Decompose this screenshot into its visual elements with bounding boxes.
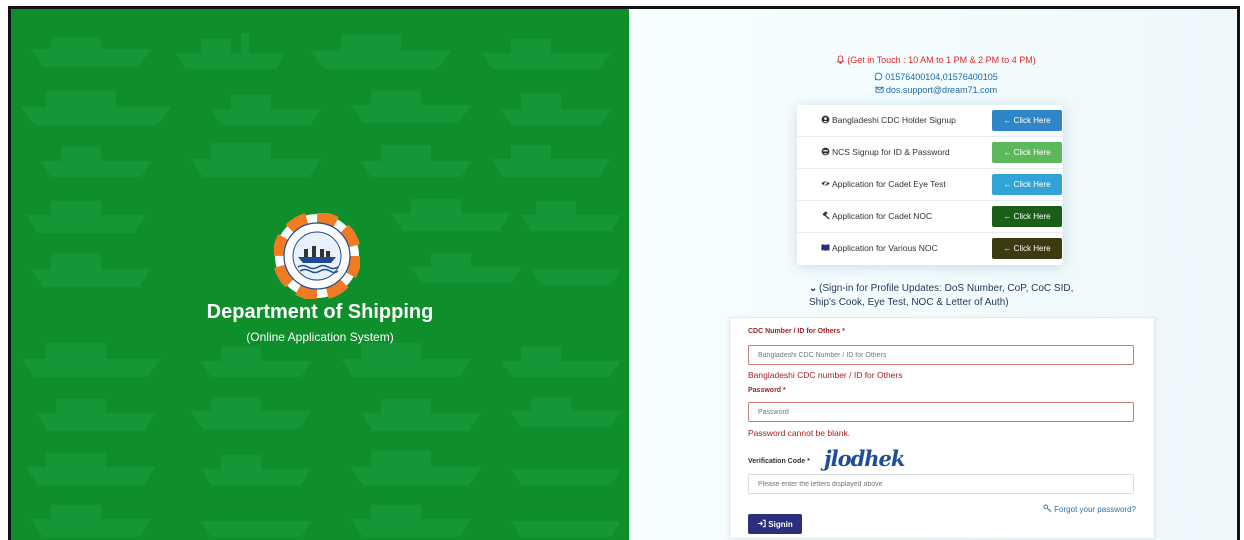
signup-row-label: Bangladeshi CDC Holder Signup — [821, 115, 956, 125]
user-circle-icon — [821, 115, 830, 124]
department-title: Department of Shipping — [206, 301, 434, 323]
cadet-eye-test-button[interactable]: ← Click Here — [992, 174, 1062, 195]
department-logo-icon — [274, 213, 360, 299]
sign-in-icon — [758, 519, 766, 528]
signin-note: ⌄ (Sign-in for Profile Updates: DoS Numbe… — [809, 282, 1079, 310]
signin-button[interactable]: Signin — [748, 514, 802, 534]
cdc-number-label: CDC Number / ID for Others * — [748, 328, 845, 335]
signup-row-label: NCS Signup for ID & Password — [821, 147, 950, 157]
signin-note-text: (Sign-in for Profile Updates: DoS Number… — [809, 283, 1074, 308]
book-icon — [821, 244, 830, 251]
gavel-icon — [822, 211, 830, 220]
verification-code-input[interactable] — [748, 474, 1134, 494]
contact-phone-text[interactable]: 01576400104,01576400105 — [885, 72, 998, 82]
various-noc-button[interactable]: ← Click Here — [992, 238, 1062, 259]
contact-email-text[interactable]: dos.support@dream71.com — [886, 85, 997, 95]
whatsapp-icon — [874, 72, 883, 81]
key-icon — [1043, 504, 1052, 513]
signup-row-cdc-holder: Bangladeshi CDC Holder Signup ← Click He… — [797, 105, 1063, 137]
contact-hours-text: (Get in Touch : 10 AM to 1 PM & 2 PM to … — [847, 55, 1036, 65]
password-input[interactable] — [748, 402, 1134, 422]
signup-links-panel: Bangladeshi CDC Holder Signup ← Click He… — [797, 105, 1063, 265]
chevron-down-icon: ⌄ — [809, 283, 818, 294]
bell-icon — [836, 55, 845, 64]
contact-email: dos.support@dream71.com — [629, 85, 1237, 95]
department-subtitle: (Online Application System) — [246, 330, 394, 344]
eye-slash-icon — [821, 180, 830, 187]
signup-row-various-noc: Application for Various NOC ← Click Here — [797, 233, 1063, 265]
cdc-number-input[interactable] — [748, 345, 1134, 365]
login-panel: (Get in Touch : 10 AM to 1 PM & 2 PM to … — [629, 9, 1237, 540]
password-label: Password * — [748, 387, 786, 394]
login-form: CDC Number / ID for Others * Bangladeshi… — [729, 317, 1155, 539]
password-error: Password cannot be blank. — [748, 428, 851, 438]
page-frame: Department of Shipping (Online Applicati… — [8, 6, 1240, 540]
cdc-holder-signup-button[interactable]: ← Click Here — [992, 110, 1062, 131]
verification-code-label: Verification Code * — [748, 458, 810, 465]
signup-row-label: Application for Cadet Eye Test — [821, 179, 946, 189]
ncs-signup-button[interactable]: ← Click Here — [992, 142, 1062, 163]
signup-row-ncs: NCS Signup for ID & Password ← Click Her… — [797, 137, 1063, 169]
signup-row-cadet-noc: Application for Cadet NOC ← Click Here — [797, 201, 1063, 233]
user-secret-icon — [821, 147, 830, 156]
envelope-icon — [875, 86, 884, 93]
signup-row-label: Application for Cadet NOC — [821, 211, 932, 221]
contact-hours: (Get in Touch : 10 AM to 1 PM & 2 PM to … — [629, 55, 1237, 65]
signup-row-label: Application for Various NOC — [821, 243, 938, 253]
forgot-password-link[interactable]: Forgot your password? — [1043, 504, 1136, 514]
signup-row-eye-test: Application for Cadet Eye Test ← Click H… — [797, 169, 1063, 201]
cdc-number-error: Bangladeshi CDC number / ID for Others — [748, 370, 903, 380]
cadet-noc-button[interactable]: ← Click Here — [992, 206, 1062, 227]
brand-panel: Department of Shipping (Online Applicati… — [11, 9, 629, 540]
contact-phone: 01576400104,01576400105 — [629, 72, 1237, 82]
captcha-image[interactable]: jlodhek — [824, 446, 905, 471]
